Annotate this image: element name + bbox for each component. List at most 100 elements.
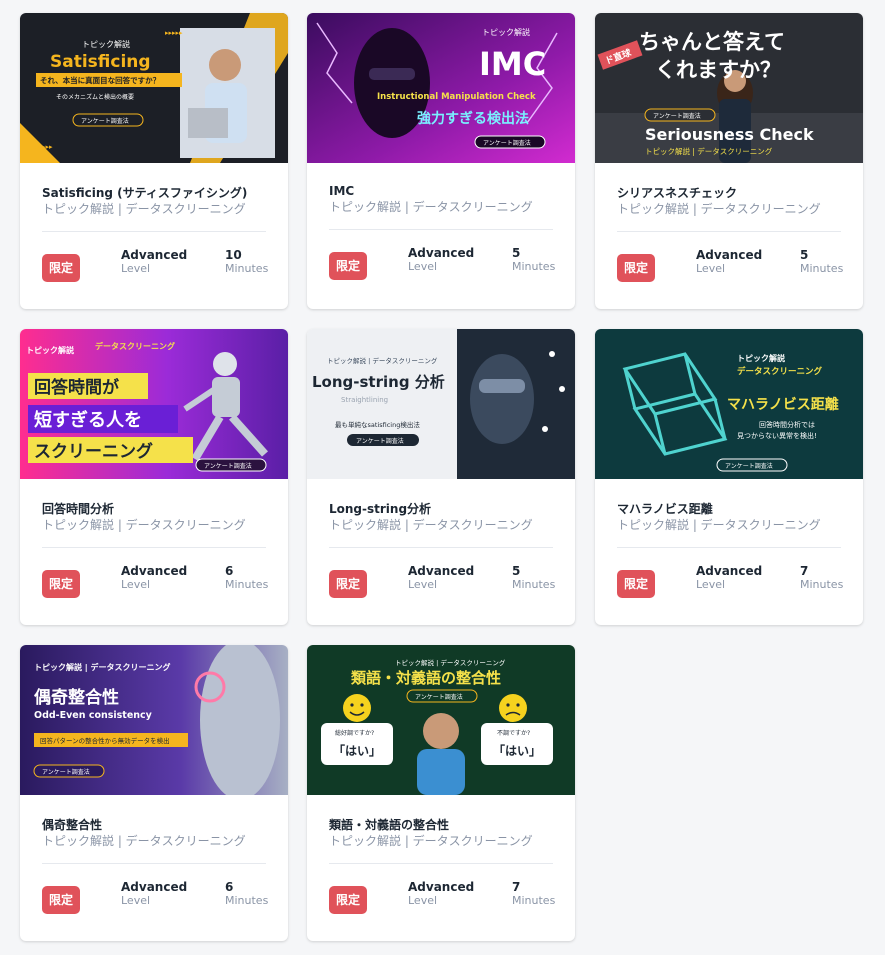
thumb-line2: そのメカニズムと検出の概要: [56, 93, 134, 101]
duration-label: Minutes: [800, 262, 844, 275]
limited-badge: 限定: [42, 570, 80, 598]
course-thumbnail[interactable]: ▸▸▸▸▸ トピック解説 Satisficing それ、本当に真面目な回答ですか…: [20, 13, 288, 163]
thumb-sub: Straightlining: [341, 396, 388, 404]
thumb-sub: Odd-Even consistency: [34, 710, 153, 721]
duration-value: 5: [800, 248, 809, 262]
duration-label: Minutes: [225, 262, 269, 275]
level-label: Level: [408, 578, 438, 591]
course-title[interactable]: IMC: [329, 183, 553, 199]
thumb-line2: くれますか？: [655, 58, 781, 82]
thumb-tag: アンケート調査法: [81, 117, 129, 125]
course-card-seriousness-check[interactable]: ド直球 ちゃんと答えて くれますか？ アンケート調査法 Seriousness …: [595, 13, 863, 309]
course-thumbnail[interactable]: トピック解説 データスクリーニング マハラノビス距離 回答時間分析では 見つから…: [595, 329, 863, 479]
thumb-line1: ちゃんと答えて: [639, 30, 785, 54]
level-label: Level: [121, 578, 151, 591]
limited-badge: 限定: [617, 570, 655, 598]
thumb-head: トピック解説: [82, 39, 130, 49]
level-value: Advanced: [121, 248, 188, 262]
course-title[interactable]: マハラノビス距離: [617, 501, 841, 517]
limited-badge: 限定: [329, 570, 367, 598]
duration-value: 10: [225, 248, 242, 262]
level-value: Advanced: [696, 248, 763, 262]
thumb-line1: Instructional Manipulation Check: [377, 92, 536, 102]
thumb-q1: 総好調ですか?: [335, 729, 374, 737]
thumb-line1: 最も単純なsatisficing検出法: [335, 420, 420, 429]
course-thumbnail[interactable]: トピック解説 IMC Instructional Manipulation Ch…: [307, 13, 575, 163]
duration-label: Minutes: [225, 894, 269, 907]
course-card-response-time[interactable]: トピック解説 データスクリーニング 回答時間が 短すぎる人を スクリーニング ア…: [20, 329, 288, 625]
level-label: Level: [408, 894, 438, 907]
level-label: Level: [696, 578, 726, 591]
duration-value: 6: [225, 880, 234, 894]
course-card-odd-even[interactable]: トピック解説 | データスクリーニング 偶奇整合性 Odd-Even consi…: [20, 645, 288, 941]
level-value: Advanced: [121, 564, 188, 578]
thumb-line1: 回答時間が: [34, 377, 119, 398]
level-value: Advanced: [121, 880, 188, 894]
course-thumbnail[interactable]: トピック解説 | データスクリーニング 偶奇整合性 Odd-Even consi…: [20, 645, 288, 795]
thumb-title: Seriousness Check: [645, 125, 814, 144]
thumb-tag: アンケート調査法: [356, 437, 404, 445]
thumb-line2: 見つからない異常を検出!: [737, 431, 817, 440]
thumb-head2: データスクリーニング: [95, 341, 175, 351]
limited-badge: 限定: [42, 254, 80, 282]
thumb-line1: それ、本当に真面目な回答ですか？: [40, 75, 160, 85]
thumb-tag: アンケート調査法: [483, 139, 531, 147]
limited-badge: 限定: [42, 886, 80, 914]
thumb-tag: アンケート調査法: [725, 462, 773, 470]
course-title[interactable]: Long-string分析: [329, 501, 553, 517]
thumb-head: トピック解説: [26, 345, 74, 355]
course-thumbnail[interactable]: ド直球 ちゃんと答えて くれますか？ アンケート調査法 Seriousness …: [595, 13, 863, 163]
course-subtitle: トピック解説 | データスクリーニング: [42, 518, 246, 532]
course-subtitle: トピック解説 | データスクリーニング: [329, 518, 533, 532]
thumb-arrows: ▸▸▸▸▸: [35, 143, 53, 151]
level-label: Level: [696, 262, 726, 275]
course-card-satisficing[interactable]: ▸▸▸▸▸ トピック解説 Satisficing それ、本当に真面目な回答ですか…: [20, 13, 288, 309]
course-title[interactable]: Satisficing (サティスファイシング): [42, 185, 266, 201]
thumb-q2: 不調ですか?: [497, 729, 530, 737]
thumb-line3: スクリーニング: [34, 441, 153, 462]
level-value: Advanced: [408, 564, 475, 578]
duration-label: Minutes: [800, 578, 844, 591]
thumb-line1: 回答時間分析では: [759, 420, 815, 429]
thumb-head: トピック解説 | データスクリーニング: [395, 658, 506, 667]
duration-label: Minutes: [225, 578, 269, 591]
course-title[interactable]: シリアスネスチェック: [617, 185, 841, 201]
duration-label: Minutes: [512, 894, 556, 907]
level-value: Advanced: [408, 246, 475, 260]
duration-value: 5: [512, 246, 521, 260]
course-thumbnail[interactable]: トピック解説 データスクリーニング 回答時間が 短すぎる人を スクリーニング ア…: [20, 329, 288, 479]
level-value: Advanced: [408, 880, 475, 894]
course-card-long-string[interactable]: トピック解説 | データスクリーニング Long-string 分析 Strai…: [307, 329, 575, 625]
course-subtitle: トピック解説 | データスクリーニング: [42, 834, 246, 848]
level-label: Level: [408, 260, 438, 273]
duration-value: 7: [512, 880, 521, 894]
thumb-head: トピック解説: [737, 353, 785, 363]
duration-label: Minutes: [512, 578, 556, 591]
course-card-synonym-antonym[interactable]: トピック解説 | データスクリーニング 類語・対義語の整合性 アンケート調査法 …: [307, 645, 575, 941]
course-card-imc[interactable]: トピック解説 IMC Instructional Manipulation Ch…: [307, 13, 575, 309]
course-title[interactable]: 類語・対義語の整合性: [329, 817, 553, 833]
limited-badge: 限定: [617, 254, 655, 282]
course-thumbnail[interactable]: トピック解説 | データスクリーニング Long-string 分析 Strai…: [307, 329, 575, 479]
thumb-a1: 「はい」: [333, 743, 381, 758]
course-title[interactable]: 偶奇整合性: [42, 817, 266, 833]
thumb-head: トピック解説: [482, 27, 530, 37]
course-thumbnail[interactable]: トピック解説 | データスクリーニング 類語・対義語の整合性 アンケート調査法 …: [307, 645, 575, 795]
thumb-line2: 短すぎる人を: [34, 409, 142, 431]
thumb-title: Long-string 分析: [312, 373, 445, 391]
thumb-head: トピック解説 | データスクリーニング: [34, 662, 171, 672]
level-label: Level: [121, 894, 151, 907]
thumb-title: マハラノビス距離: [727, 396, 839, 413]
thumb-head: トピック解説 | データスクリーニング: [327, 356, 438, 365]
thumb-tag: アンケート調査法: [42, 768, 90, 776]
thumb-line2: 強力すぎる検出法: [417, 110, 529, 127]
thumb-arrows: ▸▸▸▸▸: [165, 29, 183, 37]
duration-value: 5: [512, 564, 521, 578]
thumb-title: IMC: [479, 45, 546, 83]
thumb-tag: アンケート調査法: [204, 462, 252, 470]
thumb-sub: トピック解説 | データスクリーニング: [645, 146, 773, 156]
thumb-a2: 「はい」: [493, 743, 541, 758]
course-card-mahalanobis[interactable]: トピック解説 データスクリーニング マハラノビス距離 回答時間分析では 見つから…: [595, 329, 863, 625]
course-title[interactable]: 回答時間分析: [42, 501, 266, 517]
course-subtitle: トピック解説 | データスクリーニング: [617, 202, 821, 216]
